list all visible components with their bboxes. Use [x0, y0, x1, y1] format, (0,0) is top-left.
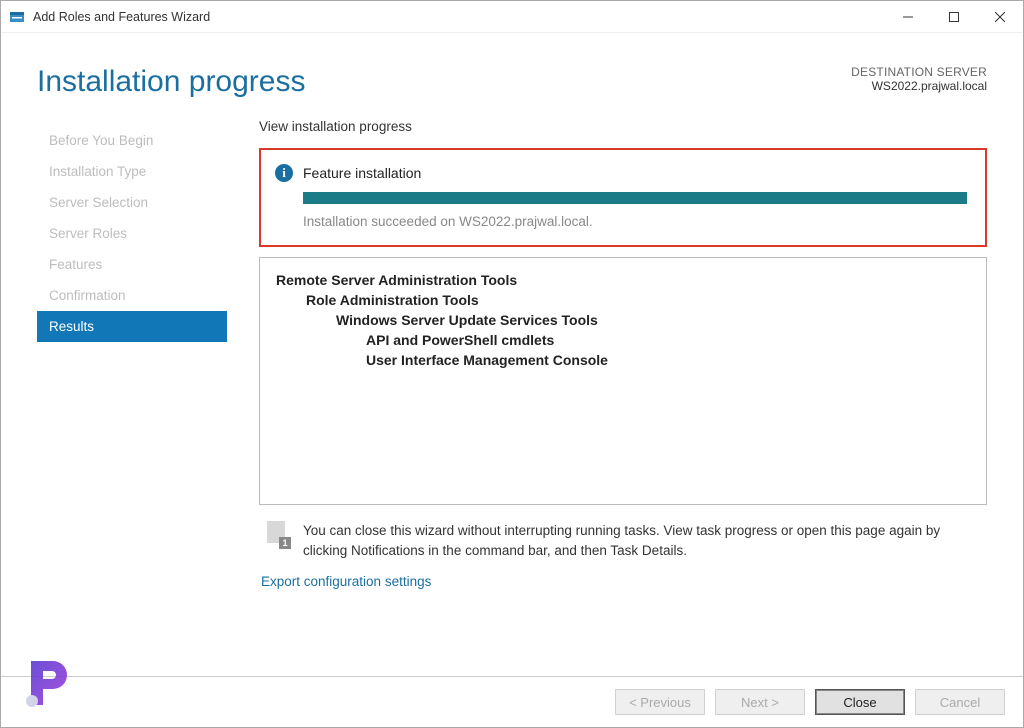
- tree-item: Windows Server Update Services Tools: [276, 310, 970, 330]
- wizard-steps-sidebar: Before You Begin Installation Type Serve…: [37, 119, 227, 639]
- close-window-button[interactable]: [977, 1, 1023, 33]
- section-label: View installation progress: [259, 119, 987, 134]
- cancel-button: Cancel: [915, 689, 1005, 715]
- step-server-selection: Server Selection: [37, 187, 227, 218]
- destination-server: WS2022.prajwal.local: [851, 79, 987, 93]
- step-confirmation: Confirmation: [37, 280, 227, 311]
- progress-bar: [303, 192, 967, 204]
- tree-item: API and PowerShell cmdlets: [276, 330, 970, 350]
- titlebar: Add Roles and Features Wizard: [1, 1, 1023, 33]
- wizard-header: Installation progress DESTINATION SERVER…: [1, 33, 1023, 119]
- tree-item: Role Administration Tools: [276, 290, 970, 310]
- status-panel: i Feature installation Installation succ…: [259, 148, 987, 247]
- step-installation-type: Installation Type: [37, 156, 227, 187]
- status-message: Installation succeeded on WS2022.prajwal…: [303, 214, 967, 229]
- watermark-logo: [17, 651, 81, 715]
- close-button[interactable]: Close: [815, 689, 905, 715]
- hint-text: You can close this wizard without interr…: [303, 521, 985, 560]
- window-controls: [885, 1, 1023, 33]
- notifications-flag-icon: 1: [267, 521, 289, 547]
- step-server-roles: Server Roles: [37, 218, 227, 249]
- previous-button: < Previous: [615, 689, 705, 715]
- wizard-body: Before You Begin Installation Type Serve…: [1, 119, 1023, 639]
- minimize-button[interactable]: [885, 1, 931, 33]
- status-row: i Feature installation: [275, 164, 967, 182]
- destination-label: DESTINATION SERVER: [851, 65, 987, 79]
- info-icon: i: [275, 164, 293, 182]
- wizard-footer: < Previous Next > Close Cancel: [1, 676, 1023, 727]
- hint-row: 1 You can close this wizard without inte…: [259, 505, 987, 570]
- next-button: Next >: [715, 689, 805, 715]
- maximize-button[interactable]: [931, 1, 977, 33]
- page-title: Installation progress: [37, 65, 305, 99]
- step-features: Features: [37, 249, 227, 280]
- destination-info: DESTINATION SERVER WS2022.prajwal.local: [851, 65, 987, 99]
- step-results[interactable]: Results: [37, 311, 227, 342]
- wizard-content: View installation progress i Feature ins…: [259, 119, 987, 639]
- tree-item: User Interface Management Console: [276, 350, 970, 370]
- step-before-you-begin: Before You Begin: [37, 125, 227, 156]
- status-title: Feature installation: [303, 165, 421, 181]
- tree-item: Remote Server Administration Tools: [276, 270, 970, 290]
- app-icon: [9, 9, 25, 25]
- installation-details[interactable]: Remote Server Administration Tools Role …: [259, 257, 987, 505]
- window-title: Add Roles and Features Wizard: [33, 10, 885, 24]
- export-configuration-link[interactable]: Export configuration settings: [259, 570, 987, 589]
